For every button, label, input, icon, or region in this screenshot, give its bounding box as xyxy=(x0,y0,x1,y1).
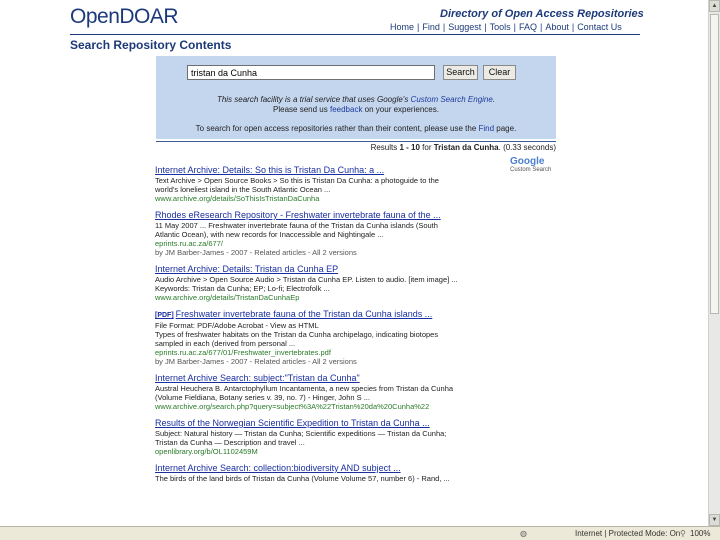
result-meta[interactable]: by JM Barber-James - 2007 - Related arti… xyxy=(155,357,515,366)
result-url: www.archive.org/details/TristanDaCunhaEp xyxy=(155,293,300,302)
search-result: [PDF] Freshwater invertebrate fauna of th… xyxy=(155,309,515,366)
header-divider xyxy=(70,34,640,35)
results-prefix: Results xyxy=(370,143,400,152)
find-page-link[interactable]: Find xyxy=(479,124,495,133)
result-url: www.archive.org/details/SoThisIsTristanD… xyxy=(155,194,320,203)
feedback-link[interactable]: feedback xyxy=(330,105,362,114)
feedback-notice: Please send us feedback on your experien… xyxy=(156,105,556,114)
custom-search-engine-link[interactable]: Custom Search Engine xyxy=(411,95,493,104)
trial-notice-text: This search facility is a trial service … xyxy=(216,95,411,104)
zoom-level[interactable]: 100% xyxy=(690,529,710,538)
result-snippet: Austral Heuchera B. Antarctophyllum Inca… xyxy=(155,384,454,402)
search-result: Internet Archive Search: subject:"Trista… xyxy=(155,373,515,411)
results-range: 1 - 10 xyxy=(399,143,420,152)
vertical-scrollbar[interactable]: ▲ ▼ xyxy=(708,0,720,526)
result-title-link[interactable]: Internet Archive: Details: Tristan da Cu… xyxy=(155,264,515,275)
nav-suggest[interactable]: Suggest xyxy=(448,22,481,32)
result-url: www.archive.org/search.php?query=subject… xyxy=(155,402,430,411)
opendoar-logo[interactable]: OpenDOAR xyxy=(70,5,179,29)
results-query: Tristan da Cunha xyxy=(433,143,499,152)
results-for: for xyxy=(419,143,434,152)
results-timing: . (0.33 seconds) xyxy=(498,143,556,152)
result-title-link[interactable]: Internet Archive Search: subject:"Trista… xyxy=(155,373,515,384)
nav-contact-us[interactable]: Contact Us xyxy=(577,22,622,32)
result-snippet: 11 May 2007 ... Freshwater invertebrate … xyxy=(155,221,438,239)
feedback-notice-end: on your experiences. xyxy=(362,105,439,114)
trial-notice-end: . xyxy=(492,95,496,104)
nav-separator: | xyxy=(484,22,487,32)
nav-home[interactable]: Home xyxy=(390,22,414,32)
find-notice-end: page. xyxy=(494,124,517,133)
result-title-link[interactable]: Internet Archive: Details: So this is Tr… xyxy=(155,165,515,176)
nav-separator: | xyxy=(513,22,516,32)
find-notice: To search for open access repositories r… xyxy=(156,124,556,133)
pdf-file-tag: [PDF] xyxy=(155,312,174,319)
result-title-link[interactable]: Internet Archive Search: collection:biod… xyxy=(155,463,515,474)
logo-doar-text: DOAR xyxy=(119,5,179,28)
nav-separator: | xyxy=(442,22,446,32)
result-title-text: Freshwater invertebrate fauna of the Tri… xyxy=(175,309,433,319)
search-result: Internet Archive: Details: Tristan da Cu… xyxy=(155,264,515,302)
result-title-link[interactable]: Rhodes eResearch Repository - Freshwater… xyxy=(155,210,515,221)
nav-find[interactable]: Find xyxy=(422,22,440,32)
scroll-up-arrow-icon[interactable]: ▲ xyxy=(709,0,720,12)
result-snippet: File Format: PDF/Adobe Acrobat - View as… xyxy=(155,321,439,348)
google-logo: Google Custom Search xyxy=(510,156,551,173)
clear-button[interactable]: Clear xyxy=(483,65,516,80)
results-list: Internet Archive: Details: So this is Tr… xyxy=(155,165,515,490)
result-meta[interactable]: by JM Barber-James - 2007 - Related arti… xyxy=(155,248,515,257)
nav-about[interactable]: About xyxy=(545,22,569,32)
search-button[interactable]: Search xyxy=(443,65,478,80)
search-result: Internet Archive: Details: So this is Tr… xyxy=(155,165,515,203)
trial-notice: This search facility is a trial service … xyxy=(156,95,556,104)
security-zone[interactable]: Internet | Protected Mode: On xyxy=(575,529,680,538)
result-title-link[interactable]: [PDF] Freshwater invertebrate fauna of th… xyxy=(155,309,515,321)
result-snippet: Text Archive > Open Source Books > So th… xyxy=(155,176,439,194)
search-result: Internet Archive Search: collection:biod… xyxy=(155,463,515,483)
result-snippet: Audio Archive > Open Source Audio > Tris… xyxy=(155,275,458,293)
find-notice-text: To search for open access repositories r… xyxy=(195,124,479,133)
result-title-link[interactable]: Results of the Norwegian Scientific Expe… xyxy=(155,418,515,429)
site-title: Directory of Open Access Repositories xyxy=(440,8,644,20)
google-logo-subtitle: Custom Search xyxy=(510,167,552,173)
result-snippet: Subject: Natural history — Tristan da Cu… xyxy=(155,429,447,447)
nav-faq[interactable]: FAQ xyxy=(519,22,537,32)
top-navigation: Home | Find | Suggest | Tools | FAQ | About | Contac… xyxy=(390,22,622,32)
browser-viewport: OpenDOAR Directory of Open Access Reposi… xyxy=(0,0,708,526)
scroll-down-arrow-icon[interactable]: ▼ xyxy=(709,514,720,526)
nav-tools[interactable]: Tools xyxy=(490,22,511,32)
logo-open-text: Open xyxy=(70,5,120,28)
result-url: openlibrary.org/b/OL1102459M xyxy=(155,447,258,456)
page-title: Search Repository Contents xyxy=(70,38,232,52)
feedback-notice-text: Please send us xyxy=(273,105,330,114)
result-url: eprints.ru.ac.za/677/01/Freshwater_inver… xyxy=(155,348,331,357)
google-logo-text: Google xyxy=(510,156,545,167)
nav-separator: | xyxy=(571,22,575,32)
search-input[interactable] xyxy=(187,65,435,80)
search-result: Results of the Norwegian Scientific Expe… xyxy=(155,418,515,456)
result-url: eprints.ru.ac.za/677/ xyxy=(155,239,223,248)
zoom-icon: ⚲ xyxy=(680,529,686,538)
browser-status-bar: ◍ Internet | Protected Mode: On ⚲ 100% xyxy=(0,526,720,540)
scrollbar-thumb[interactable] xyxy=(710,14,719,314)
globe-icon: ◍ xyxy=(520,529,527,538)
results-summary: Results 1 - 10 for Tristan da Cunha. (0.… xyxy=(156,141,556,152)
result-snippet: The birds of the land birds of Tristan d… xyxy=(155,474,450,483)
search-panel: Search Clear This search facility is a t… xyxy=(156,56,556,139)
search-result: Rhodes eResearch Repository - Freshwater… xyxy=(155,210,515,257)
